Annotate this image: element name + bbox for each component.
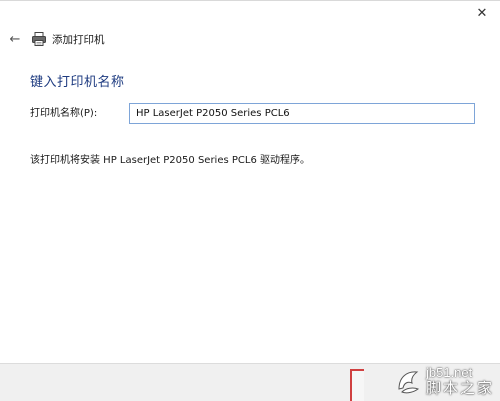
watermark-name: 脚本之家	[425, 379, 494, 397]
back-arrow-icon: ←	[9, 31, 21, 47]
close-button[interactable]: ✕	[464, 1, 500, 25]
page-heading: 键入打印机名称	[30, 75, 125, 90]
watermark-url: jb51.net	[425, 365, 473, 380]
navigation-bar: ← 添加打印机	[6, 29, 105, 49]
printer-name-label: 打印机名称(P):	[30, 108, 98, 119]
printer-icon	[32, 32, 46, 46]
watermark-logo-icon	[398, 370, 419, 393]
printer-name-input[interactable]	[129, 103, 475, 124]
back-button[interactable]: ←	[6, 30, 24, 48]
close-icon: ✕	[476, 5, 488, 21]
add-printer-window: ✕ ← 添加打印机 键入打印机名称 打印机名称(P): 该打印机将安装 HP L…	[0, 0, 500, 401]
window-title: 添加打印机	[52, 33, 105, 46]
driver-info-text: 该打印机将安装 HP LaserJet P2050 Series PCL6 驱动…	[30, 155, 310, 166]
next-button[interactable]	[350, 369, 364, 401]
watermark: jb51.net 脚本之家	[393, 366, 494, 397]
